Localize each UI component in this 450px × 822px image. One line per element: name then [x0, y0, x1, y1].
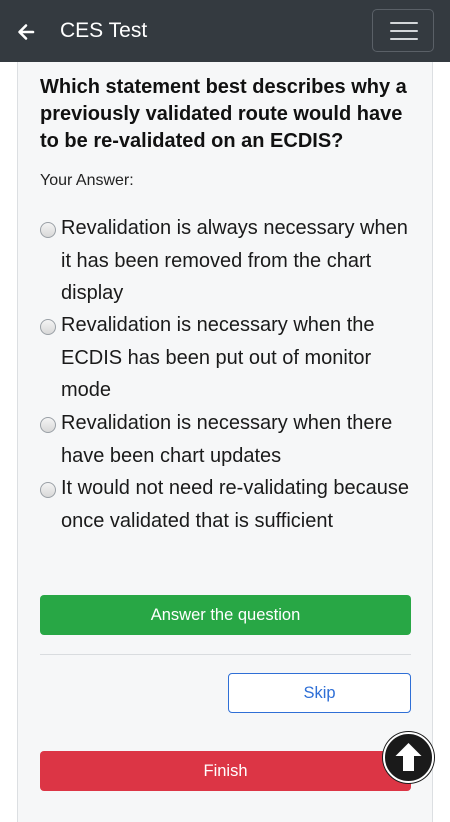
- scroll-to-top-button[interactable]: [383, 732, 434, 783]
- back-button[interactable]: [12, 18, 40, 46]
- app-title: CES Test: [60, 19, 148, 42]
- menu-button[interactable]: [372, 9, 434, 52]
- hamburger-line: [390, 38, 418, 40]
- arrow-left-icon: [18, 24, 35, 40]
- radio-button[interactable]: [40, 319, 56, 335]
- answer-option-label: Revalidation is always necessary when it…: [61, 217, 408, 304]
- answer-option-label: It would not need re-validating because …: [61, 477, 410, 532]
- app-header: CES Test: [0, 0, 450, 62]
- answer-option-label: Revalidation is necessary when there hav…: [61, 412, 393, 467]
- divider: [40, 654, 411, 655]
- hamburger-line: [390, 30, 418, 32]
- skip-button[interactable]: Skip: [228, 673, 411, 713]
- radio-button[interactable]: [40, 482, 56, 498]
- radio-button[interactable]: [40, 417, 56, 433]
- answer-button[interactable]: Answer the question: [40, 595, 411, 635]
- radio-button[interactable]: [40, 222, 56, 238]
- finish-button[interactable]: Finish: [40, 751, 411, 791]
- question-text: Which statement best describes why a pre…: [40, 76, 407, 152]
- your-answer-label: Your Answer:: [40, 172, 134, 189]
- answer-option-label: Revalidation is necessary when the ECDIS…: [61, 314, 375, 401]
- arrow-up-circle-icon: [395, 743, 422, 771]
- hamburger-menu-icon: [390, 22, 418, 24]
